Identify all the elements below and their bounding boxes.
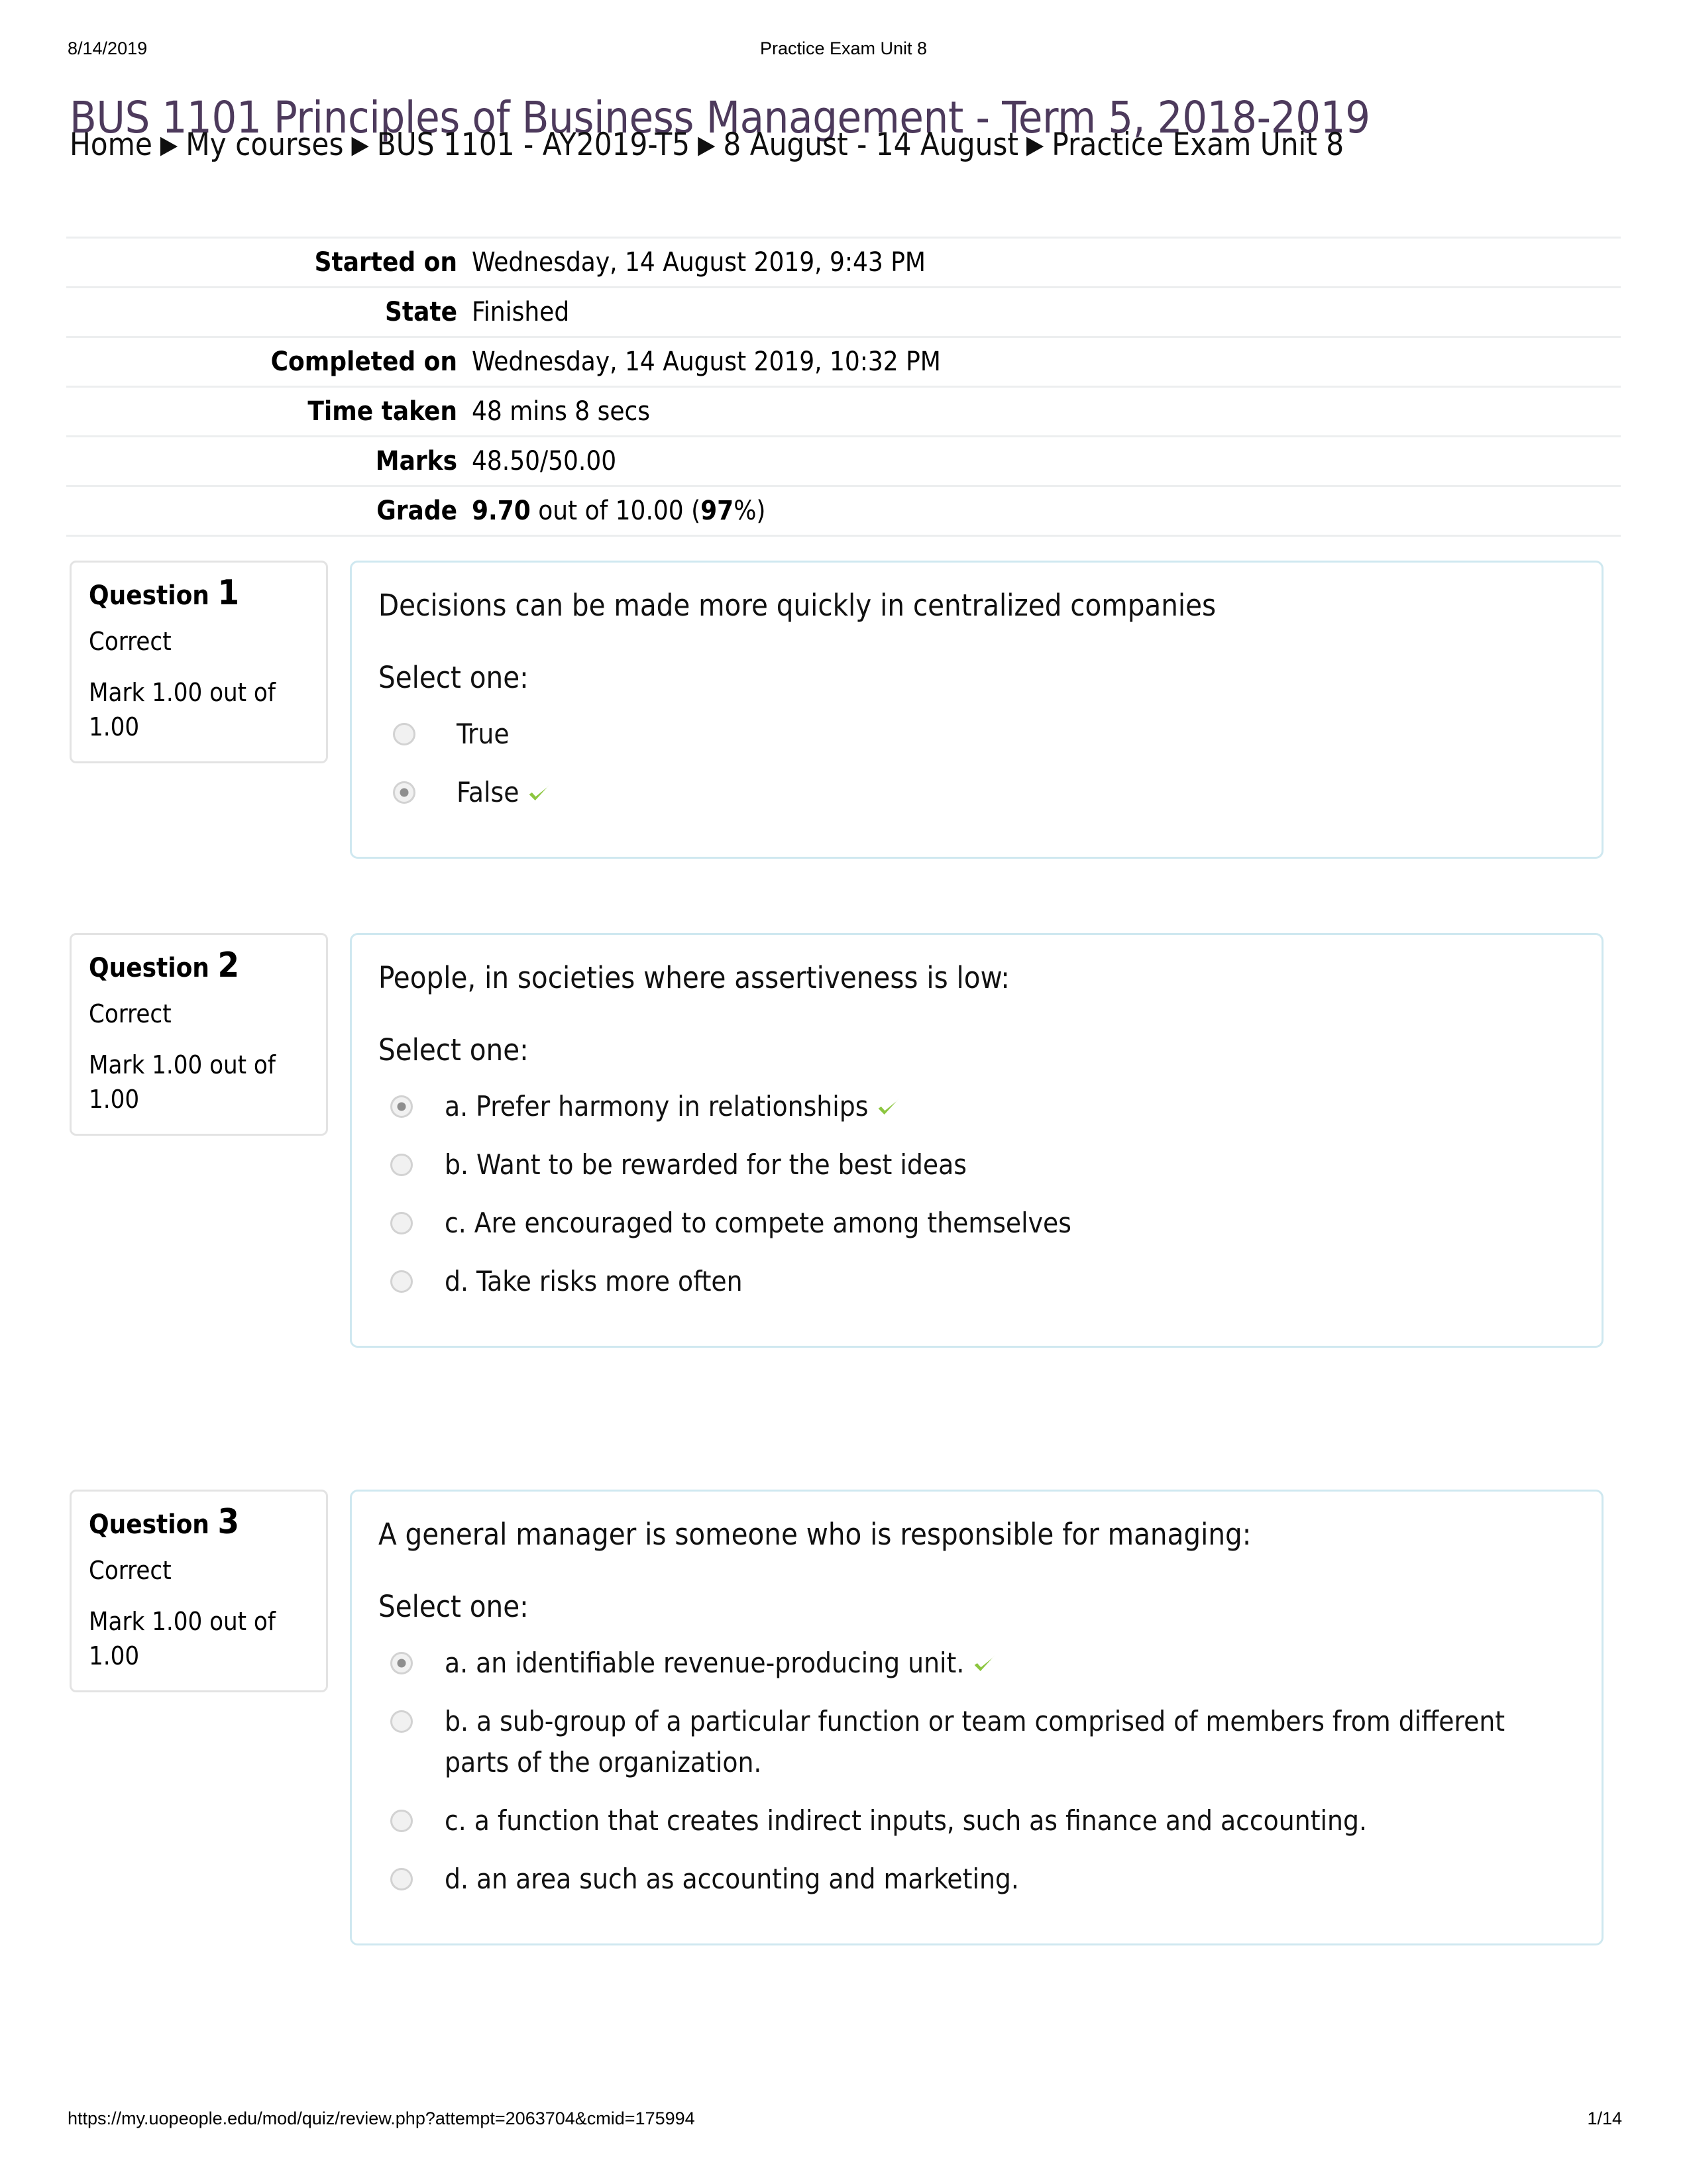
question-content-box: A general manager is someone who is resp… xyxy=(350,1490,1604,1945)
answer-option-label: c. Are encouraged to compete among thems… xyxy=(445,1207,1071,1239)
question-mark: Mark 1.00 out of 1.00 xyxy=(89,1050,276,1114)
breadcrumb-separator-icon: ▶ xyxy=(160,130,178,159)
question-mark: Mark 1.00 out of 1.00 xyxy=(89,1607,276,1670)
breadcrumb-item-1[interactable]: Home xyxy=(70,127,152,163)
answer-option[interactable]: d. Take risks more often xyxy=(378,1261,1575,1302)
summary-row: State Finished xyxy=(66,286,1621,337)
radio-button-icon[interactable] xyxy=(390,1868,413,1890)
summary-label: State xyxy=(66,286,472,337)
question-info-box: Question 1 Correct Mark 1.00 out of 1.00 xyxy=(70,561,328,763)
summary-row: Started on Wednesday, 14 August 2019, 9:4… xyxy=(66,237,1621,288)
question-info-box: Question 2 Correct Mark 1.00 out of 1.00 xyxy=(70,933,328,1136)
question-number: Question 1 xyxy=(89,576,309,612)
question-prompt: Select one: xyxy=(378,1589,529,1624)
question-state: Correct xyxy=(89,627,172,656)
radio-button-icon[interactable] xyxy=(393,723,415,745)
answer-option-label: b. a sub-group of a particular function … xyxy=(445,1705,1505,1778)
answer-option[interactable]: c. a function that creates indirect inpu… xyxy=(378,1800,1575,1841)
breadcrumb-item-3[interactable]: BUS 1101 - AY2019-T5 xyxy=(377,127,690,163)
question-info-box: Question 3 Correct Mark 1.00 out of 1.00 xyxy=(70,1490,328,1692)
summary-value: Wednesday, 14 August 2019, 9:43 PM xyxy=(472,237,1621,288)
summary-value: Wednesday, 14 August 2019, 10:32 PM xyxy=(472,336,1621,387)
answer-option[interactable]: a. an identifiable revenue-producing uni… xyxy=(378,1643,1575,1684)
correct-answer-check-icon xyxy=(875,1093,902,1121)
question-number-word: Question xyxy=(89,953,218,983)
question-number: Question 3 xyxy=(89,1505,309,1541)
summary-label: Grade xyxy=(66,485,472,537)
answer-option[interactable]: a. Prefer harmony in relationships xyxy=(378,1086,1575,1127)
question-text: A general manager is someone who is resp… xyxy=(378,1517,1252,1552)
radio-button-icon[interactable] xyxy=(390,1710,413,1733)
answer-option-label: b. Want to be rewarded for the best idea… xyxy=(445,1148,967,1181)
answer-option-label: True xyxy=(457,718,510,750)
quiz-review-page: 8/14/2019 Practice Exam Unit 8 BUS 1101 … xyxy=(0,0,1687,2184)
summary-value: Finished xyxy=(472,286,1621,337)
summary-label: Time taken xyxy=(66,386,472,437)
question-number-value: 3 xyxy=(217,1502,240,1542)
summary-value: 48 mins 8 secs xyxy=(472,386,1621,437)
breadcrumb-item-4[interactable]: 8 August - 14 August xyxy=(723,127,1018,163)
summary-label: Completed on xyxy=(66,336,472,387)
summary-label: Marks xyxy=(66,435,472,486)
breadcrumb-separator-icon: ▶ xyxy=(698,130,716,159)
question-number-value: 2 xyxy=(217,946,240,985)
question-mark: Mark 1.00 out of 1.00 xyxy=(89,678,276,741)
breadcrumb-separator-icon: ▶ xyxy=(351,130,369,159)
attempt-summary-table: Started on Wednesday, 14 August 2019, 9:4… xyxy=(66,237,1621,537)
footer-url: https://my.uopeople.edu/mod/quiz/review.… xyxy=(68,2108,695,2128)
summary-row-grade: Grade 9.70 out of 10.00 (97%) xyxy=(66,485,1621,537)
radio-button-selected-icon[interactable] xyxy=(390,1095,413,1118)
radio-button-selected-icon[interactable] xyxy=(390,1652,413,1674)
summary-row: Time taken 48 mins 8 secs xyxy=(66,386,1621,437)
answer-option-label: d. Take risks more often xyxy=(445,1265,743,1297)
summary-row: Marks 48.50/50.00 xyxy=(66,435,1621,486)
radio-button-icon[interactable] xyxy=(390,1212,413,1234)
answer-option[interactable]: True xyxy=(378,714,1575,755)
answer-option[interactable]: b. a sub-group of a particular function … xyxy=(378,1701,1575,1783)
print-document-title: Practice Exam Unit 8 xyxy=(759,38,928,58)
question-number-word: Question xyxy=(89,580,218,611)
correct-answer-check-icon xyxy=(525,779,553,807)
question-prompt: Select one: xyxy=(378,660,529,695)
answer-option-label: c. a function that creates indirect inpu… xyxy=(445,1804,1367,1837)
breadcrumb-item-5: Practice Exam Unit 8 xyxy=(1052,127,1344,163)
answer-option-label: a. an identifiable revenue-producing uni… xyxy=(445,1647,965,1679)
question-content-box: People, in societies where assertiveness… xyxy=(350,933,1604,1348)
footer-page-number: 1/14 xyxy=(1587,2108,1622,2128)
question-number-word: Question xyxy=(89,1509,218,1540)
answer-option[interactable]: c. Are encouraged to compete among thems… xyxy=(378,1203,1575,1244)
question-text: Decisions can be made more quickly in ce… xyxy=(378,588,1217,623)
question-state: Correct xyxy=(89,999,172,1028)
summary-value: 48.50/50.00 xyxy=(472,435,1621,486)
breadcrumb-separator-icon: ▶ xyxy=(1026,130,1044,159)
answer-option[interactable]: b. Want to be rewarded for the best idea… xyxy=(378,1144,1575,1185)
question-state: Correct xyxy=(89,1556,172,1585)
question-content-box: Decisions can be made more quickly in ce… xyxy=(350,561,1604,859)
summary-value-grade: 9.70 out of 10.00 (97%) xyxy=(472,485,1621,537)
question-number: Question 2 xyxy=(89,948,309,984)
summary-label: Started on xyxy=(66,237,472,288)
breadcrumb: Home ▶ My courses ▶ BUS 1101 - AY2019-T5 ▶ 8 A… xyxy=(70,126,1344,166)
question-text: People, in societies where assertiveness… xyxy=(378,960,1010,995)
answer-option-label: False xyxy=(457,776,519,808)
answer-option[interactable]: d. an area such as accounting and market… xyxy=(378,1859,1575,1900)
breadcrumb-item-2[interactable]: My courses xyxy=(186,127,343,163)
answer-option[interactable]: False xyxy=(378,772,1575,813)
question-number-value: 1 xyxy=(217,573,240,613)
answer-option-label: d. an area such as accounting and market… xyxy=(445,1863,1019,1895)
question-prompt: Select one: xyxy=(378,1032,529,1067)
answer-option-label: a. Prefer harmony in relationships xyxy=(445,1090,869,1122)
radio-button-icon[interactable] xyxy=(390,1154,413,1176)
radio-button-selected-icon[interactable] xyxy=(393,781,415,804)
radio-button-icon[interactable] xyxy=(390,1270,413,1293)
summary-row: Completed on Wednesday, 14 August 2019, 1… xyxy=(66,336,1621,387)
print-header: 8/14/2019 Practice Exam Unit 8 xyxy=(0,38,1687,65)
correct-answer-check-icon xyxy=(971,1650,999,1678)
radio-button-icon[interactable] xyxy=(390,1810,413,1832)
